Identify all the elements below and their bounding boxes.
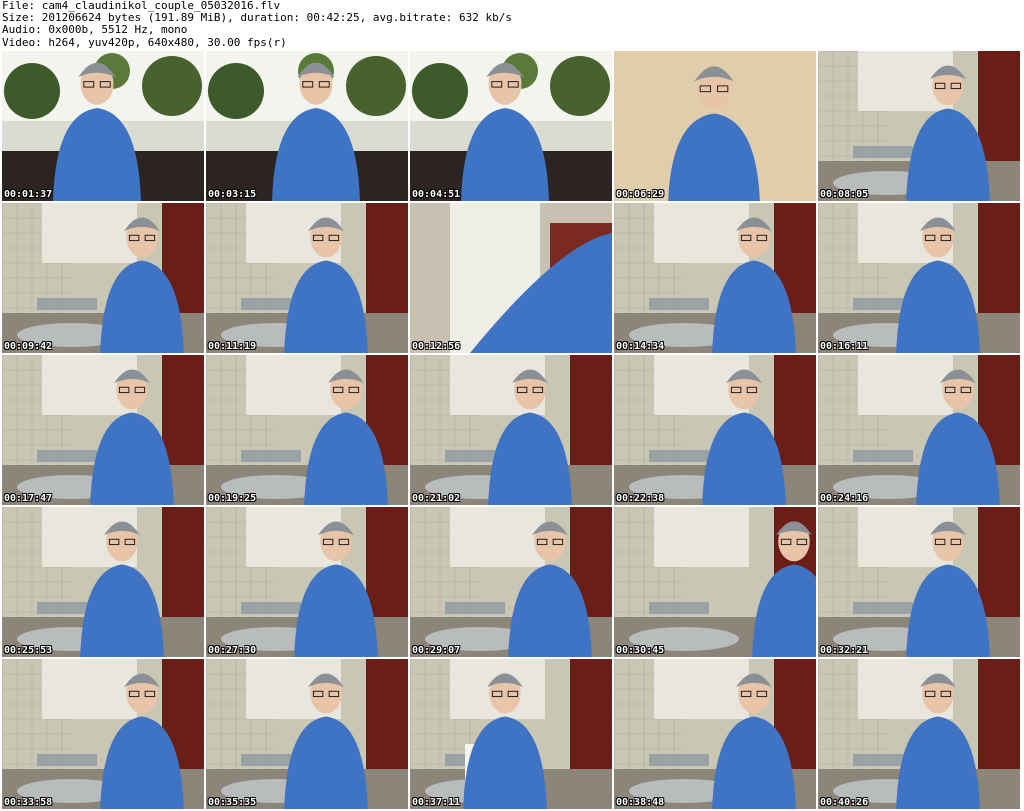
- thumbnail-frame: [206, 203, 408, 353]
- thumbnail-timestamp: 00:19:25: [208, 493, 257, 504]
- thumbnail-timestamp: 00:12:56: [412, 341, 461, 352]
- video-thumbnail: 00:14:34: [614, 203, 816, 353]
- video-thumbnail: 00:25:53: [2, 507, 204, 657]
- video-thumbnail: 00:01:37: [2, 51, 204, 201]
- video-thumbnail: 00:17:47: [2, 355, 204, 505]
- thumbnail-frame: [206, 355, 408, 505]
- thumbnail-timestamp: 00:14:34: [616, 341, 665, 352]
- thumbnail-timestamp: 00:04:51: [412, 189, 461, 200]
- thumbnail-frame: [410, 507, 612, 657]
- video-thumbnail: 00:30:45: [614, 507, 816, 657]
- video-thumbnail: 00:21:02: [410, 355, 612, 505]
- video-thumbnail: 00:04:51: [410, 51, 612, 201]
- file-info-header: File: cam4_claudinikol_couple_05032016.f…: [2, 0, 1020, 50]
- thumbnail-grid: 00:01:37 00:03:15 00:04:51 00:06:29 00:0…: [2, 51, 1020, 809]
- thumbnail-frame: [614, 507, 816, 657]
- thumbnail-frame: [410, 203, 612, 353]
- thumbnail-timestamp: 00:40:26: [820, 797, 869, 808]
- video-thumbnail: 00:27:30: [206, 507, 408, 657]
- video-thumbnail: 00:35:35: [206, 659, 408, 809]
- thumbnail-frame: [614, 203, 816, 353]
- video-thumbnail: 00:40:26: [818, 659, 1020, 809]
- video-thumbnail: 00:06:29: [614, 51, 816, 201]
- thumbnail-frame: [818, 507, 1020, 657]
- thumbnail-timestamp: 00:08:05: [820, 189, 869, 200]
- thumbnail-timestamp: 00:09:42: [4, 341, 53, 352]
- thumbnail-frame: [410, 51, 612, 201]
- thumbnail-timestamp: 00:16:11: [820, 341, 869, 352]
- thumbnail-frame: [818, 203, 1020, 353]
- thumbnail-timestamp: 00:22:38: [616, 493, 665, 504]
- thumbnail-frame: [818, 355, 1020, 505]
- video-thumbnail: 00:12:56: [410, 203, 612, 353]
- thumbnail-frame: [2, 507, 204, 657]
- thumbnail-frame: [206, 659, 408, 809]
- thumbnail-frame: [410, 659, 612, 809]
- thumbnail-timestamp: 00:03:15: [208, 189, 257, 200]
- video-thumbnail: 00:38:48: [614, 659, 816, 809]
- video-thumbnail: 00:24:16: [818, 355, 1020, 505]
- thumbnail-frame: [410, 355, 612, 505]
- thumbnail-frame: [206, 507, 408, 657]
- thumbnail-frame: [614, 355, 816, 505]
- thumbnail-timestamp: 00:35:35: [208, 797, 257, 808]
- thumbnail-timestamp: 00:38:48: [616, 797, 665, 808]
- thumbnail-timestamp: 00:33:58: [4, 797, 53, 808]
- video-thumbnail: 00:11:19: [206, 203, 408, 353]
- video-thumbnail: 00:22:38: [614, 355, 816, 505]
- thumbnail-frame: [818, 51, 1020, 201]
- thumbnail-timestamp: 00:21:02: [412, 493, 461, 504]
- thumbnail-timestamp: 00:24:16: [820, 493, 869, 504]
- thumbnail-timestamp: 00:01:37: [4, 189, 53, 200]
- thumbnail-timestamp: 00:30:45: [616, 645, 665, 656]
- thumbnail-frame: [206, 51, 408, 201]
- video-thumbnail: 00:03:15: [206, 51, 408, 201]
- video-thumbnail: 00:09:42: [2, 203, 204, 353]
- video-info-line: Video: h264, yuv420p, 640x480, 30.00 fps…: [2, 35, 287, 49]
- video-thumbnail: 00:19:25: [206, 355, 408, 505]
- thumbnail-timestamp: 00:17:47: [4, 493, 53, 504]
- thumbnail-frame: [2, 203, 204, 353]
- thumbnail-timestamp: 00:29:07: [412, 645, 461, 656]
- thumbnail-frame: [2, 355, 204, 505]
- thumbnail-timestamp: 00:37:11: [412, 797, 461, 808]
- video-thumbnail: 00:08:05: [818, 51, 1020, 201]
- video-thumbnail: 00:29:07: [410, 507, 612, 657]
- audio-info-line: Audio: 0x000b, 5512 Hz, mono: [2, 23, 188, 37]
- thumbnail-frame: [818, 659, 1020, 809]
- video-thumbnail: 00:16:11: [818, 203, 1020, 353]
- video-thumbnail: 00:32:21: [818, 507, 1020, 657]
- thumbnail-frame: [614, 659, 816, 809]
- video-thumbnail: 00:37:11: [410, 659, 612, 809]
- thumbnail-timestamp: 00:06:29: [616, 189, 665, 200]
- thumbnail-frame: [614, 51, 816, 201]
- thumbnail-frame: [2, 51, 204, 201]
- thumbnail-timestamp: 00:11:19: [208, 341, 257, 352]
- video-thumbnail: 00:33:58: [2, 659, 204, 809]
- thumbnail-timestamp: 00:27:30: [208, 645, 257, 656]
- thumbnail-frame: [2, 659, 204, 809]
- thumbnail-timestamp: 00:32:21: [820, 645, 869, 656]
- thumbnail-timestamp: 00:25:53: [4, 645, 53, 656]
